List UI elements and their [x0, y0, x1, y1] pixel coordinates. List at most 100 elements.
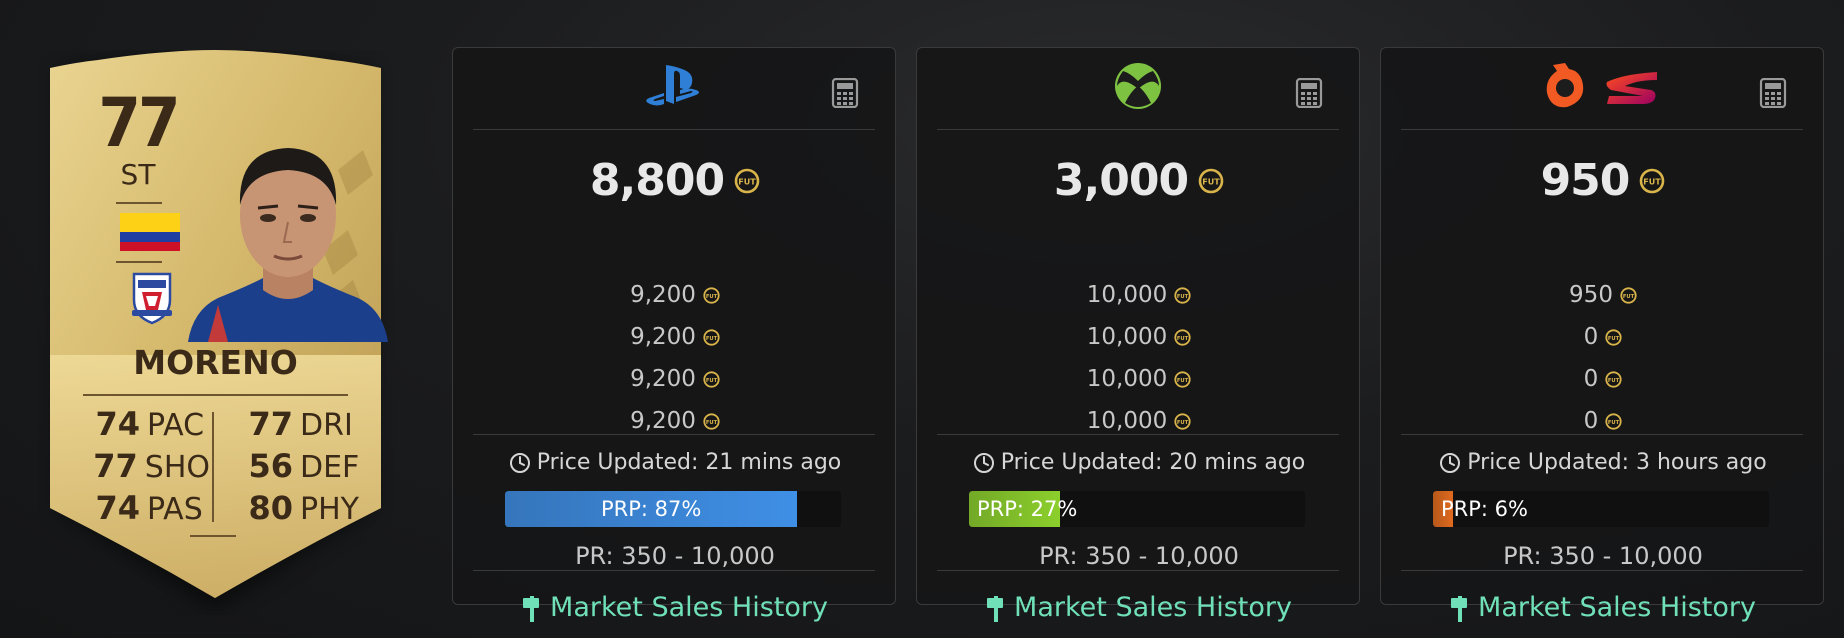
fut-coin-icon: FUT [1605, 370, 1622, 388]
price-updated: Price Updated: 20 mins ago [917, 450, 1361, 475]
svg-text:FUT: FUT [1177, 419, 1189, 425]
price-list-value: 9,200 [630, 366, 696, 392]
market-sales-history-link[interactable]: Market Sales History [453, 592, 897, 623]
fut-coin-icon: FUT [1174, 412, 1191, 430]
divider [473, 570, 875, 571]
clock-icon [1440, 452, 1461, 473]
price-list-item: 10,000 FUT [917, 400, 1361, 442]
svg-text:FUT: FUT [706, 335, 718, 341]
svg-text:FUT: FUT [1177, 293, 1189, 299]
fut-coin-icon: FUT [703, 286, 720, 304]
price-list-value: 0 [1583, 408, 1599, 434]
market-sales-history-label[interactable]: Market Sales History [550, 592, 828, 623]
stat-value: 77 [93, 447, 138, 485]
calculator-icon[interactable] [1295, 78, 1323, 108]
divider [116, 261, 162, 263]
stat-value: 56 [248, 447, 293, 485]
price-list-item: 9,200 FUT [453, 400, 897, 442]
stat-value: 77 [248, 405, 293, 443]
price-list-item: 0 FUT [1381, 358, 1825, 400]
playstation-icon [644, 63, 704, 113]
signpost-icon [1451, 595, 1468, 622]
signpost-icon [987, 595, 1004, 622]
lowest-price: 8,800 FUT [453, 155, 897, 206]
stat-label: PAC [147, 408, 205, 443]
price-list-value: 10,000 [1086, 282, 1168, 308]
player-rating: 77 [98, 84, 180, 163]
clock-icon [509, 452, 530, 473]
svg-text:FUT: FUT [1177, 377, 1189, 383]
prp-bar: PRP: 27% [969, 491, 1305, 527]
fut-coin-icon: FUT [1640, 168, 1665, 193]
stats-right: 77 DRI 56 DEF 80 PHY [243, 405, 363, 531]
market-sales-history-label[interactable]: Market Sales History [1478, 592, 1756, 623]
price-list-value: 10,000 [1086, 324, 1168, 350]
fut-coin-icon: FUT [1620, 286, 1637, 304]
player-photo [188, 148, 388, 342]
price-list-value: 950 [1569, 282, 1613, 308]
price-list: 9,200 FUT 9,200 FUT 9,200 FUT 9,200 FUT [453, 274, 897, 442]
stat-value: 74 [95, 405, 140, 443]
fut-coin-icon: FUT [1605, 412, 1622, 430]
platform-logos [1401, 62, 1803, 114]
market-sales-history-label[interactable]: Market Sales History [1014, 592, 1292, 623]
fut-coin-icon: FUT [1174, 328, 1191, 346]
svg-text:FUT: FUT [706, 293, 718, 299]
price-list-value: 9,200 [630, 282, 696, 308]
platform-logos [473, 62, 875, 114]
svg-text:FUT: FUT [1608, 377, 1620, 383]
svg-text:FUT: FUT [1623, 293, 1635, 299]
price-list-item: 10,000 FUT [917, 274, 1361, 316]
svg-text:FUT: FUT [706, 377, 718, 383]
price-list-value: 10,000 [1086, 408, 1168, 434]
market-sales-history-link[interactable]: Market Sales History [1381, 592, 1825, 623]
fut-coin-icon: FUT [1174, 286, 1191, 304]
price-updated: Price Updated: 21 mins ago [453, 450, 897, 475]
player-name: MORENO [133, 343, 298, 382]
panel-header [937, 48, 1339, 130]
price-updated-text: Price Updated: 20 mins ago [1000, 450, 1306, 475]
divider [83, 394, 348, 396]
lowest-price-value: 950 [1540, 155, 1631, 206]
prp-label: PRP: 6% [1441, 497, 1528, 521]
origin-icon [1543, 61, 1587, 115]
stat-row: 80 PHY [243, 489, 363, 531]
platform-logos [937, 62, 1339, 114]
svg-text:FUT: FUT [706, 419, 718, 425]
player-card[interactable]: 77 ST MORENO 74 PAC 77 SHO 74 PAS 77 DRI… [38, 50, 393, 615]
divider [212, 412, 214, 522]
divider [937, 570, 1339, 571]
price-list-item: 9,200 FUT [453, 358, 897, 400]
fut-coin-icon: FUT [734, 168, 760, 193]
svg-text:FUT: FUT [1644, 177, 1662, 186]
panel-header [1401, 48, 1803, 130]
price-list-item: 10,000 FUT [917, 316, 1361, 358]
divider [116, 202, 162, 204]
divider [1401, 570, 1803, 571]
price-list: 950 FUT 0 FUT 0 FUT 0 FUT [1381, 274, 1825, 442]
fut-coin-icon: FUT [1174, 370, 1191, 388]
prp-label: PRP: 87% [600, 497, 702, 521]
svg-text:FUT: FUT [1202, 177, 1220, 186]
stat-row: 77 SHO [90, 447, 210, 489]
player-position: ST [120, 158, 156, 191]
prp-label: PRP: 27% [977, 497, 1078, 521]
stat-row: 77 DRI [243, 405, 363, 447]
fut-coin-icon: FUT [703, 328, 720, 346]
calculator-icon[interactable] [1759, 78, 1787, 108]
lowest-price: 3,000 FUT [917, 155, 1361, 206]
price-list-item: 9,200 FUT [453, 316, 897, 358]
signpost-icon [523, 595, 540, 622]
club-badge-icon [132, 272, 172, 325]
fut-coin-icon: FUT [1198, 168, 1224, 193]
stat-value: 80 [248, 489, 293, 527]
stat-row: 74 PAS [90, 489, 210, 531]
price-range: PR: 350 - 10,000 [575, 542, 775, 570]
calculator-icon[interactable] [831, 78, 859, 108]
price-list-item: 9,200 FUT [453, 274, 897, 316]
lowest-price-value: 3,000 [1053, 155, 1189, 206]
divider [473, 434, 875, 435]
price-list-item: 10,000 FUT [917, 358, 1361, 400]
market-sales-history-link[interactable]: Market Sales History [917, 592, 1361, 623]
price-list-value: 0 [1583, 366, 1599, 392]
